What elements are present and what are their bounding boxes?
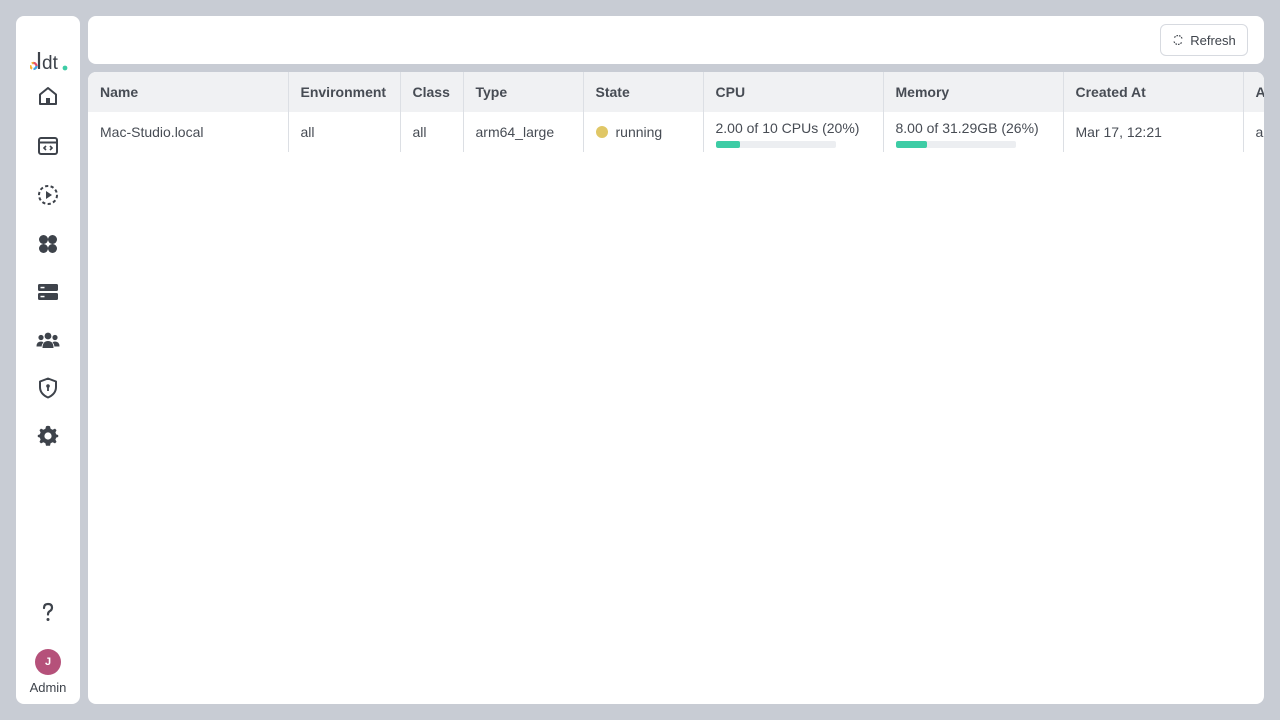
logo-text: dt — [42, 53, 59, 74]
cpu-usage-text: 2.00 of 10 CPUs (20%) — [715, 119, 860, 136]
state-label: running — [615, 124, 663, 140]
column-header-state[interactable]: State — [583, 72, 704, 112]
column-header-truncated[interactable]: A — [1243, 72, 1264, 112]
gear-icon[interactable] — [36, 424, 60, 448]
column-header-cpu[interactable]: CPU — [703, 72, 884, 112]
memory-usage-bar — [895, 140, 1016, 148]
agents-table: Name Environment Class Type State CPU Me… — [88, 72, 1264, 152]
state-indicator-dot — [595, 126, 608, 138]
cpu-usage-fill — [715, 140, 740, 148]
cell-class: all — [400, 112, 464, 152]
memory-usage-fill — [895, 140, 927, 148]
question-icon[interactable] — [36, 600, 60, 624]
code-window-icon[interactable] — [36, 134, 60, 158]
refresh-label: Refresh — [1190, 32, 1236, 48]
runs-play-icon[interactable] — [36, 183, 60, 207]
cell-environment: all — [288, 112, 401, 152]
column-header-environment[interactable]: Environment — [288, 72, 401, 112]
toolbar: Refresh — [88, 16, 1264, 64]
refresh-button[interactable]: Refresh — [1160, 24, 1248, 56]
cell-truncated: all — [1243, 112, 1264, 152]
cell-name: Mac-Studio.local — [88, 112, 289, 152]
column-header-type[interactable]: Type — [463, 72, 584, 112]
cell-created-at: Mar 17, 12:21 — [1063, 112, 1244, 152]
shield-lock-icon[interactable] — [36, 376, 60, 400]
column-header-name[interactable]: Name — [88, 72, 289, 112]
cell-cpu: 2.00 of 10 CPUs (20%) — [703, 112, 884, 152]
cpu-usage-bar — [715, 140, 836, 148]
users-icon[interactable] — [36, 328, 60, 352]
sidebar: dt J Admin — [16, 16, 80, 704]
column-header-memory[interactable]: Memory — [883, 72, 1064, 112]
table-header-row: Name Environment Class Type State CPU Me… — [88, 72, 1264, 112]
column-header-class[interactable]: Class — [400, 72, 464, 112]
cell-state: running — [583, 112, 704, 152]
table-row[interactable]: Mac-Studio.local all all arm64_large run… — [88, 112, 1264, 152]
column-header-created-at[interactable]: Created At — [1063, 72, 1244, 112]
memory-usage-text: 8.00 of 31.29GB (26%) — [895, 119, 1039, 136]
cell-type: arm64_large — [463, 112, 584, 152]
refresh-icon — [1173, 34, 1183, 46]
cell-memory: 8.00 of 31.29GB (26%) — [883, 112, 1064, 152]
apps-grid-icon[interactable] — [36, 232, 60, 256]
agents-table-panel: Name Environment Class Type State CPU Me… — [88, 72, 1264, 704]
dt-logo[interactable]: dt — [30, 44, 70, 74]
servers-icon[interactable] — [36, 280, 60, 304]
home-icon[interactable] — [36, 84, 60, 108]
user-role-label: Admin — [29, 680, 67, 695]
avatar[interactable]: J — [35, 649, 61, 675]
